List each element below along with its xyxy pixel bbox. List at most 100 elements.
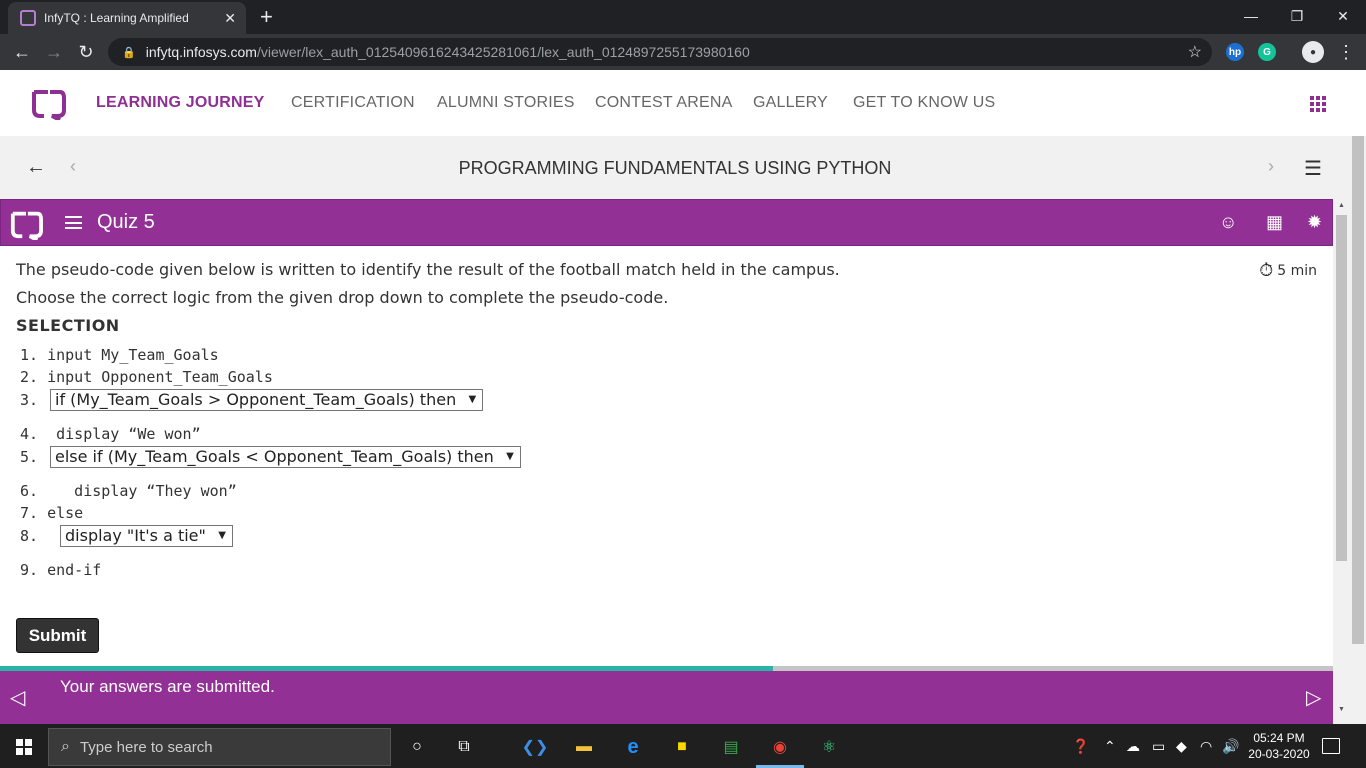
stopwatch-icon: ⏱ (1259, 260, 1274, 281)
reload-icon[interactable]: ↻ (74, 40, 98, 64)
lock-icon: 🔒 (122, 46, 136, 59)
taskbar-search-placeholder: Type here to search (79, 738, 213, 756)
scroll-down-arrow-icon[interactable]: ▼ (1336, 706, 1347, 716)
quiz-menu-icon[interactable] (65, 216, 82, 229)
nav-contest-arena[interactable]: CONTEST ARENA (595, 94, 732, 112)
submission-message: Your answers are submitted. (60, 677, 275, 696)
volume-icon[interactable]: 🔊 (1222, 738, 1239, 755)
course-bar: ← ‹ PROGRAMMING FUNDAMENTALS USING PYTHO… (0, 136, 1350, 199)
windows-taskbar: ⌕ Type here to search ○ ⧉ ❮❯ ▬ e ■ ▤ ◉ ⚛… (0, 724, 1366, 768)
nav-gallery[interactable]: GALLERY (753, 94, 828, 112)
grammarly-extension-icon[interactable]: G (1258, 43, 1276, 61)
forward-arrow-icon[interactable]: → (42, 40, 66, 64)
settings-gear-icon[interactable]: ✹ (1307, 212, 1322, 233)
dropbox-icon[interactable]: ◆ (1176, 738, 1187, 755)
nav-alumni-stories[interactable]: ALUMNI STORIES (437, 94, 575, 112)
quiz-header: Quiz 5 ☺ ▦ ✹ (0, 199, 1333, 246)
code-line-5-number: 5. (20, 448, 39, 466)
taskbar-clock[interactable]: 05:24 PM 20-03-2020 (1244, 730, 1314, 762)
previous-triangle-icon[interactable]: ◁ (10, 685, 25, 710)
cloud-icon[interactable]: ☁ (1126, 738, 1140, 755)
submit-button[interactable]: Submit (16, 618, 99, 653)
nav-get-to-know-us[interactable]: GET TO KNOW US (853, 94, 995, 112)
back-arrow-icon[interactable]: ← (10, 40, 34, 64)
tray-expand-icon[interactable]: ⌃ (1104, 738, 1116, 755)
clock-date: 20-03-2020 (1248, 747, 1310, 761)
task-view-icon[interactable]: ⧉ (453, 736, 475, 758)
answer-dropdown-2-value: else if (My_Team_Goals < Opponent_Team_G… (55, 447, 494, 466)
cortana-icon[interactable]: ○ (406, 736, 428, 758)
file-explorer-icon[interactable]: ▬ (573, 736, 595, 758)
quiz-footer: ◁ Your answers are submitted. ▷ (0, 671, 1333, 724)
code-line-8-number: 8. (20, 527, 39, 545)
apps-grid-icon[interactable] (1310, 96, 1326, 112)
infytq-logo-icon (10, 211, 43, 240)
page-scrollbar-thumb[interactable] (1352, 136, 1364, 644)
code-line-9: 9. end-if (20, 561, 102, 579)
vscode-icon[interactable]: ❮❯ (522, 736, 549, 758)
answer-dropdown-1[interactable]: if (My_Team_Goals > Opponent_Team_Goals)… (50, 389, 484, 411)
quiz-content: The pseudo-code given below is written t… (0, 246, 1333, 666)
infytq-logo-icon[interactable] (30, 86, 66, 120)
restore-icon[interactable]: ❐ (1274, 0, 1320, 32)
code-line-7: 7. else (20, 504, 84, 522)
wifi-icon[interactable]: ◠ (1200, 738, 1212, 755)
browser-tab-title: InfyTQ : Learning Amplified (44, 11, 189, 25)
clock-time: 05:24 PM (1253, 731, 1305, 745)
browser-menu-icon[interactable]: ⋮ (1334, 40, 1358, 64)
search-icon: ⌕ (61, 738, 70, 755)
nav-learning-journey[interactable]: LEARNING JOURNEY (96, 94, 265, 112)
address-bar[interactable]: 🔒 infytq.infosys.com /viewer/lex_auth_01… (108, 38, 1212, 66)
quiz-title: Quiz 5 (97, 211, 155, 233)
calendar-icon[interactable]: ▦ (1266, 212, 1283, 233)
next-chevron-icon[interactable]: › (1268, 156, 1274, 177)
answer-dropdown-3[interactable]: display "It's a tie" ▼ (60, 525, 233, 547)
course-title: PROGRAMMING FUNDAMENTALS USING PYTHON (458, 158, 892, 178)
answer-dropdown-2[interactable]: else if (My_Team_Goals < Opponent_Team_G… (50, 446, 521, 468)
nav-certification[interactable]: CERTIFICATION (291, 94, 415, 112)
hp-extension-icon[interactable]: hp (1226, 43, 1244, 61)
browser-toolbar: ← → ↻ 🔒 infytq.infosys.com /viewer/lex_a… (0, 34, 1366, 70)
minimize-icon[interactable]: — (1228, 0, 1274, 32)
question-text-line-1: The pseudo-code given below is written t… (16, 260, 840, 279)
profile-avatar-icon[interactable]: ● (1302, 41, 1324, 63)
quiz-timer: ⏱ 5 min (1259, 260, 1317, 281)
windows-start-icon[interactable] (16, 739, 32, 755)
battery-icon[interactable]: ▭ (1152, 738, 1165, 755)
url-host: infytq.infosys.com (145, 44, 257, 60)
edge-browser-icon[interactable]: e (622, 736, 644, 758)
timer-value: 5 min (1277, 262, 1317, 279)
answer-dropdown-3-value: display "It's a tie" (65, 526, 206, 545)
new-tab-icon[interactable]: + (260, 4, 273, 30)
browser-tab-strip: InfyTQ : Learning Amplified ✕ + — ❐ ✕ (0, 0, 1366, 34)
course-menu-icon[interactable]: ☰ (1304, 156, 1322, 181)
smiley-icon[interactable]: ☺ (1219, 212, 1237, 233)
sticky-notes-icon[interactable]: ■ (671, 736, 693, 758)
question-text-line-2: Choose the correct logic from the given … (16, 288, 669, 307)
code-line-3-number: 3. (20, 391, 39, 409)
code-line-2: 2. input Opponent_Team_Goals (20, 368, 273, 386)
scroll-up-arrow-icon[interactable]: ▲ (1336, 202, 1347, 212)
excel-icon[interactable]: ▤ (720, 736, 742, 758)
code-line-1: 1. input My_Team_Goals (20, 346, 219, 364)
atom-app-icon[interactable]: ⚛ (818, 736, 840, 758)
url-path: /viewer/lex_auth_012540961624342528106​1… (256, 44, 750, 60)
chevron-down-icon: ▼ (506, 451, 514, 462)
site-header: LEARNING JOURNEY CERTIFICATION ALUMNI ST… (0, 70, 1366, 136)
taskbar-search-box[interactable]: ⌕ Type here to search (48, 728, 391, 766)
help-icon[interactable]: ❓ (1072, 738, 1089, 755)
window-close-icon[interactable]: ✕ (1320, 0, 1366, 32)
answer-dropdown-1-value: if (My_Team_Goals > Opponent_Team_Goals)… (55, 390, 457, 409)
chrome-icon[interactable]: ◉ (769, 736, 791, 758)
quiz-scrollbar-thumb[interactable] (1336, 215, 1347, 561)
code-line-4: 4. display “We won” (20, 425, 201, 443)
next-triangle-icon[interactable]: ▷ (1306, 685, 1321, 710)
site-favicon-icon (20, 10, 36, 26)
browser-tab[interactable]: InfyTQ : Learning Amplified ✕ (8, 2, 246, 34)
notification-center-icon[interactable] (1322, 738, 1340, 754)
question-type-label: SELECTION (16, 316, 120, 335)
chevron-down-icon: ▼ (218, 530, 226, 541)
bookmark-star-icon[interactable]: ☆ (1188, 42, 1202, 62)
chevron-down-icon: ▼ (468, 394, 477, 405)
close-tab-icon[interactable]: ✕ (224, 10, 236, 27)
